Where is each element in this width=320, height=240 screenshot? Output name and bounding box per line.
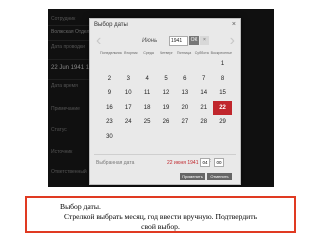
calendar-day[interactable]: 20 bbox=[175, 101, 194, 116]
calendar-day[interactable]: 14 bbox=[194, 86, 213, 101]
dialog-title: Выбор даты bbox=[94, 22, 128, 28]
date-picker-dialog: Выбор даты × ‹ › Июнь 1941 ОК × Понедель… bbox=[89, 18, 241, 185]
instruction-caption: Выбор даты. Стрелкой выбрать месяц, год … bbox=[25, 196, 296, 233]
calendar-day[interactable]: 26 bbox=[157, 115, 176, 130]
calendar-day[interactable]: 23 bbox=[100, 115, 119, 130]
calendar-day[interactable]: 1 bbox=[213, 57, 232, 72]
weekday-label: Пятница bbox=[176, 51, 192, 55]
calendar-day[interactable]: 9 bbox=[100, 86, 119, 101]
weekday-label: Суббота bbox=[194, 51, 209, 55]
divider bbox=[48, 59, 94, 60]
calendar-day[interactable]: 2 bbox=[100, 72, 119, 87]
calendar-empty-cell bbox=[138, 130, 157, 145]
apply-button[interactable]: Применить bbox=[180, 173, 205, 180]
calendar-day[interactable]: 4 bbox=[138, 72, 157, 87]
weekday-label: Воскресенье bbox=[210, 51, 233, 55]
weekday-label: Среда bbox=[143, 51, 154, 55]
calendar-day[interactable]: 16 bbox=[100, 101, 119, 116]
weekday-header: Понедельник Вторник Среда Четверг Пятниц… bbox=[100, 51, 232, 55]
divider bbox=[48, 79, 94, 80]
calendar-day[interactable]: 30 bbox=[100, 130, 119, 145]
time-separator: : bbox=[210, 158, 212, 164]
calendar-empty-cell bbox=[213, 130, 232, 145]
calendar-day[interactable]: 21 bbox=[194, 101, 213, 116]
calendar-empty-cell bbox=[157, 57, 176, 72]
calendar-day[interactable]: 11 bbox=[138, 86, 157, 101]
hour-input[interactable]: 04 bbox=[200, 158, 210, 167]
caption-text: Стрелкой выбрать месяц, год ввести вручн… bbox=[63, 212, 258, 221]
caption-text: свой выбор. bbox=[141, 222, 180, 231]
year-ok-button[interactable]: ОК bbox=[189, 36, 199, 45]
calendar-day[interactable]: 15 bbox=[213, 86, 232, 101]
weekday-label: Вторник bbox=[124, 51, 138, 55]
divider bbox=[48, 25, 94, 26]
selected-date-label: Выбранная дата bbox=[96, 160, 135, 166]
close-icon[interactable]: × bbox=[232, 21, 236, 28]
divider bbox=[48, 40, 94, 41]
calendar-day[interactable]: 7 bbox=[194, 72, 213, 87]
calendar-day[interactable]: 25 bbox=[138, 115, 157, 130]
selected-date-value: 22 июня 1941 bbox=[167, 160, 199, 166]
calendar-empty-cell bbox=[194, 130, 213, 145]
calendar-day[interactable]: 5 bbox=[157, 72, 176, 87]
calendar-day[interactable]: 3 bbox=[119, 72, 138, 87]
calendar-empty-cell bbox=[175, 57, 194, 72]
calendar-day[interactable]: 13 bbox=[175, 86, 194, 101]
calendar-day[interactable]: 22 bbox=[213, 100, 232, 115]
year-input[interactable]: 1941 bbox=[169, 36, 188, 46]
minute-input[interactable]: 00 bbox=[214, 158, 224, 167]
year-clear-button[interactable]: × bbox=[200, 36, 209, 45]
background-field-label: Дата проводки bbox=[51, 44, 85, 50]
calendar-empty-cell bbox=[100, 57, 119, 72]
background-field-label: Статус bbox=[51, 127, 67, 133]
calendar-day[interactable]: 27 bbox=[175, 115, 194, 130]
calendar-day[interactable]: 29 bbox=[213, 115, 232, 130]
cancel-button[interactable]: Отменить bbox=[207, 173, 232, 180]
calendar-day[interactable]: 8 bbox=[213, 72, 232, 87]
calendar-empty-cell bbox=[138, 57, 157, 72]
calendar-empty-cell bbox=[119, 57, 138, 72]
calendar-day[interactable]: 19 bbox=[157, 101, 176, 116]
calendar-day[interactable]: 17 bbox=[119, 101, 138, 116]
caption-title: Выбор даты. bbox=[60, 202, 101, 211]
calendar-empty-cell bbox=[175, 130, 194, 145]
calendar-day[interactable]: 24 bbox=[119, 115, 138, 130]
background-field-label: Источник bbox=[51, 149, 73, 155]
background-field-label: Примечание bbox=[51, 106, 80, 112]
app-screen: Сотрудник Волжская Отделение Дата провод… bbox=[48, 9, 274, 187]
calendar-day[interactable]: 18 bbox=[138, 101, 157, 116]
calendar-day[interactable]: 6 bbox=[175, 72, 194, 87]
calendar-empty-cell bbox=[157, 130, 176, 145]
calendar-day[interactable]: 28 bbox=[194, 115, 213, 130]
month-label: Июнь bbox=[142, 38, 158, 44]
calendar-day[interactable]: 10 bbox=[119, 86, 138, 101]
calendar-empty-cell bbox=[194, 57, 213, 72]
background-field-label: Дата время bbox=[51, 83, 78, 89]
chevron-right-icon[interactable]: › bbox=[230, 33, 235, 49]
background-field-label: Ответственный bbox=[51, 169, 87, 175]
divider bbox=[94, 154, 236, 155]
weekday-label: Четверг bbox=[159, 51, 173, 55]
background-field-label: Сотрудник bbox=[51, 16, 76, 22]
calendar-empty-cell bbox=[119, 130, 138, 145]
calendar-day[interactable]: 12 bbox=[157, 86, 176, 101]
chevron-left-icon[interactable]: ‹ bbox=[96, 33, 101, 49]
weekday-label: Понедельник bbox=[100, 51, 122, 55]
calendar-grid: 1 2 3 4 5 6 7 8 9 10 11 12 13 14 15 16 17 18 19 20 21 22 23 24 2… bbox=[100, 57, 232, 144]
